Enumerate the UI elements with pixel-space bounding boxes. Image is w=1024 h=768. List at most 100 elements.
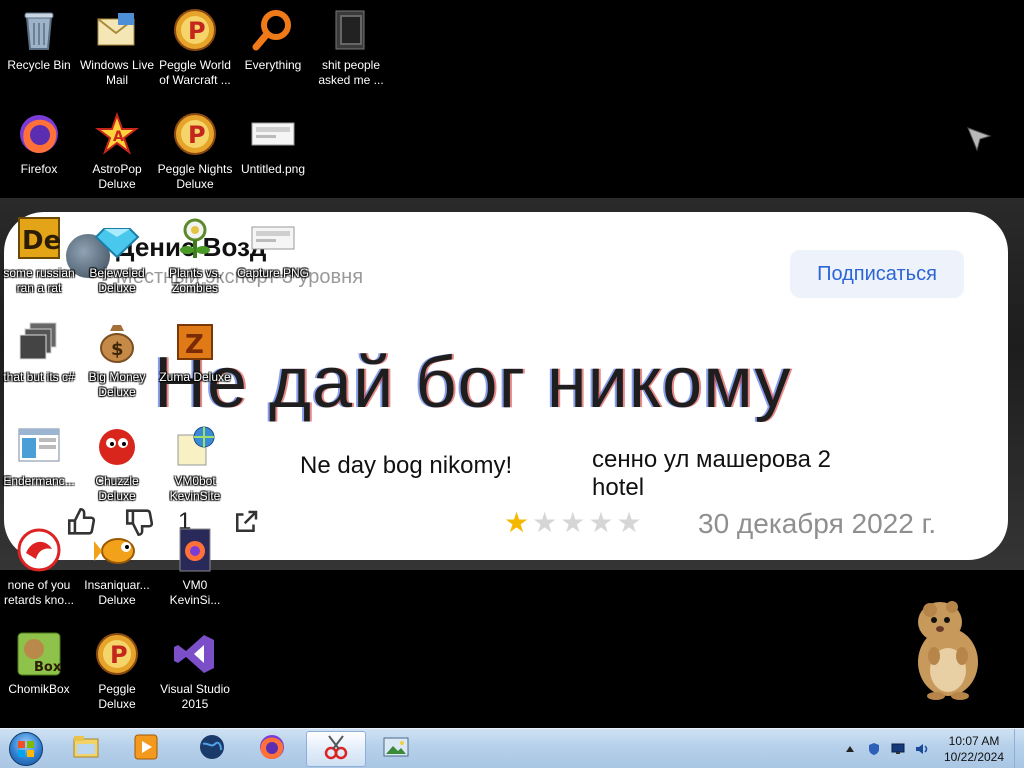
folder-icon [327, 6, 375, 54]
peggle-icon: P [171, 6, 219, 54]
desktop-icon-label: none of you retards kno... [3, 578, 75, 607]
desktop-icon-label: Zuma Deluxe [159, 370, 231, 384]
tray-network-icon[interactable] [890, 741, 906, 757]
desktop-icon-label: Insaniquar... Deluxe [84, 578, 150, 607]
desktop-icon[interactable]: De some russian ran a rat [0, 214, 78, 296]
clock-time: 10:07 AM [948, 734, 1000, 748]
desktop-icon[interactable]: Everything [234, 6, 312, 73]
desktop-icon-label: that but its c# [3, 370, 75, 384]
taskbar-button[interactable] [56, 731, 116, 767]
desktop-icon[interactable]: that but its c# [0, 318, 78, 385]
desktop-icon[interactable]: Firefox [0, 110, 78, 177]
start-button[interactable] [2, 730, 50, 768]
desktop-icon[interactable]: P Peggle Deluxe [78, 630, 156, 712]
window-file-icon [15, 422, 63, 470]
desktop-icon-label: AstroPop Deluxe [92, 162, 142, 191]
desktop-icon[interactable]: Box ChomikBox [0, 630, 78, 697]
desktop-icon[interactable]: Visual Studio 2015 [156, 630, 234, 712]
de-icon: De [15, 214, 63, 262]
desktop-icon[interactable]: Endermanc... [0, 422, 78, 489]
desktop-icon[interactable]: $ Big Money Deluxe [78, 318, 156, 400]
desktop-icon-label: Firefox [20, 162, 58, 176]
explorer-icon [71, 732, 101, 767]
desktop-icon-label: Endermanc... [3, 474, 75, 488]
image-file-icon [249, 110, 297, 158]
taskbar-clock[interactable]: 10:07 AM 10/22/2024 [936, 733, 1012, 765]
subscribe-button[interactable]: Подписаться [790, 250, 964, 298]
star-filled-icon: ★ [504, 507, 530, 538]
clock-date: 10/22/2024 [943, 750, 1005, 764]
star-empty-icon: ★ [616, 507, 642, 538]
taskbar: 10:07 AM 10/22/2024 [0, 728, 1024, 768]
fish-icon [93, 526, 141, 574]
chomikbox-icon: Box [15, 630, 63, 678]
desktop-icon[interactable]: P Peggle Nights Deluxe [156, 110, 234, 192]
windows-logo-icon [9, 732, 43, 766]
desktop-icon[interactable]: P Peggle World of Warcraft ... [156, 6, 234, 88]
media-player-icon [131, 732, 161, 767]
svg-text:A: A [113, 129, 124, 145]
caption-transliteration: Ne day bog nikomy! [300, 452, 513, 479]
desktop-icon[interactable]: Windows Live Mail [78, 6, 156, 88]
taskbar-button[interactable] [366, 731, 426, 767]
desktop-icon-label: shit people asked me ... [318, 58, 384, 87]
svg-text:Z: Z [185, 330, 204, 360]
taskbar-button[interactable] [242, 731, 302, 767]
desktop-icon[interactable]: shit people asked me ... [312, 6, 390, 88]
svg-text:P: P [110, 641, 128, 669]
web-shortcut-icon [171, 422, 219, 470]
mail-icon [93, 6, 141, 54]
desktop-icon[interactable]: Z Zuma Deluxe [156, 318, 234, 385]
image-file-icon [249, 214, 297, 262]
hamster-gadget-icon[interactable] [900, 592, 990, 702]
desktop-icon-label: some russian ran a rat [3, 266, 75, 295]
snipping-tool-icon [321, 732, 351, 767]
desktop-icon[interactable]: VM0 KevinSi... [156, 526, 234, 608]
desktop-icon-label: VM0bot KevinSite [169, 474, 221, 503]
svg-text:Box: Box [34, 660, 62, 675]
desktop-icon[interactable]: none of you retards kno... [0, 526, 78, 608]
plant-icon [171, 214, 219, 262]
desktop-icon-label: Chuzzle Deluxe [95, 474, 139, 503]
windows-stack-icon [15, 318, 63, 366]
desktop-icon-label: Recycle Bin [7, 58, 71, 72]
desktop-icon[interactable]: Insaniquar... Deluxe [78, 526, 156, 608]
zuma-icon: Z [171, 318, 219, 366]
picture-viewer-icon [381, 732, 411, 767]
review-headline: Не дай бог никому [154, 343, 792, 423]
share-icon [236, 510, 258, 532]
show-desktop-button[interactable] [1014, 729, 1024, 768]
peggle-icon: P [171, 110, 219, 158]
peggle-icon: P [93, 630, 141, 678]
review-date: 30 декабря 2022 г. [698, 508, 937, 539]
tray-shield-icon[interactable] [866, 741, 882, 757]
desktop-icon-label: VM0 KevinSi... [169, 578, 221, 607]
desktop-icon[interactable]: Untitled.png [234, 110, 312, 177]
star-empty-icon: ★ [588, 507, 614, 538]
tray-volume-icon[interactable] [914, 741, 930, 757]
svg-text:De: De [22, 226, 61, 256]
star-empty-icon: ★ [560, 507, 586, 538]
rating-stars: ★ ★ ★ ★ ★ [504, 508, 642, 538]
red-logo-icon [15, 526, 63, 574]
desktop-icon[interactable]: Plants vs. Zombies [156, 214, 234, 296]
desktop-icon[interactable]: VM0bot KevinSite [156, 422, 234, 504]
desktop-icon-label: Untitled.png [240, 162, 306, 176]
tray-expand-icon[interactable] [842, 741, 858, 757]
desktop-icon-label: Peggle Deluxe [98, 682, 136, 711]
desktop-icon-label: Everything [244, 58, 302, 72]
taskbar-button[interactable] [306, 731, 366, 767]
desktop-icon[interactable]: Recycle Bin [0, 6, 78, 73]
taskbar-button[interactable] [182, 731, 242, 767]
taskbar-button[interactable] [116, 731, 176, 767]
desktop-icon-label: Capture.PNG [236, 266, 310, 280]
svg-text:P: P [188, 17, 206, 45]
desktop-icon[interactable]: Chuzzle Deluxe [78, 422, 156, 504]
caption-address: сенно ул машерова 2 hotel [592, 446, 832, 501]
desktop-icon[interactable]: A AstroPop Deluxe [78, 110, 156, 192]
chuzzle-icon [93, 422, 141, 470]
desktop-icon[interactable]: Capture.PNG [234, 214, 312, 281]
visual-studio-icon [171, 630, 219, 678]
desktop-icon[interactable]: Bejeweled Deluxe [78, 214, 156, 296]
star-empty-icon: ★ [532, 507, 558, 538]
